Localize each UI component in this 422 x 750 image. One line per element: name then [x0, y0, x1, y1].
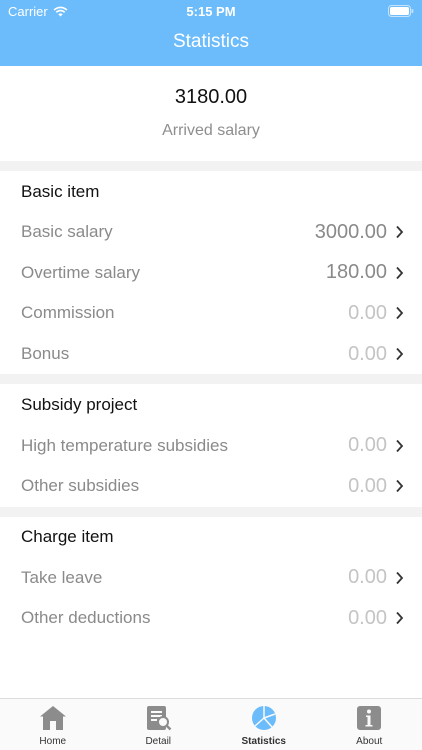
tab-label-detail: Detail — [145, 736, 172, 747]
arrived-salary-amount: 3180.00 — [174, 86, 248, 108]
tab-label-statistics: Statistics — [241, 736, 286, 747]
row-commission[interactable]: Commission 0.00 — [0, 293, 422, 334]
arrived-salary-label: Arrived salary — [162, 122, 260, 139]
tab-statistics[interactable]: Statistics — [211, 699, 317, 750]
row-high-temperature-subsidies[interactable]: High temperature subsidies 0.00 — [0, 425, 422, 466]
basic-item-section: Basic item Basic salary 3000.00 Overtime… — [0, 171, 422, 374]
chevron-right-icon — [396, 612, 404, 625]
home-icon — [39, 706, 66, 730]
row-value: 0.00 — [348, 566, 387, 589]
page-title: Statistics — [172, 31, 250, 52]
pie-chart-icon — [251, 706, 276, 730]
row-value: 180.00 — [325, 261, 387, 284]
section-divider — [0, 506, 422, 517]
tab-detail[interactable]: Detail — [106, 699, 212, 750]
row-label: Basic salary — [21, 222, 113, 242]
row-label: Take leave — [21, 567, 103, 587]
salary-summary: 3180.00 Arrived salary — [0, 66, 422, 161]
row-bonus[interactable]: Bonus 0.00 — [0, 334, 422, 375]
chevron-right-icon — [396, 307, 404, 320]
clock: 5:15 PM — [186, 4, 236, 19]
tab-label-home: Home — [39, 736, 67, 747]
tab-home[interactable]: Home — [0, 699, 106, 750]
statistics-screen: Carrier 5:15 PM Statistics 3180.00 Arriv… — [0, 0, 422, 750]
row-value: 0.00 — [348, 301, 387, 324]
header: Carrier 5:15 PM Statistics — [0, 0, 422, 66]
tab-bar: Home Detail Statistics About — [0, 698, 422, 750]
tab-about[interactable]: About — [317, 699, 422, 750]
row-other-subsidies[interactable]: Other subsidies 0.00 — [0, 466, 422, 507]
row-label: Other deductions — [21, 608, 151, 628]
battery-icon — [388, 5, 414, 17]
charge-item-section: Charge item Take leave 0.00 Other deduct… — [0, 517, 422, 639]
row-basic-salary[interactable]: Basic salary 3000.00 — [0, 212, 422, 253]
subsidy-project-section: Subsidy project High temperature subsidi… — [0, 384, 422, 506]
row-overtime-salary[interactable]: Overtime salary 180.00 — [0, 253, 422, 294]
row-label: Overtime salary — [21, 262, 141, 282]
row-value: 0.00 — [348, 474, 387, 497]
row-take-leave[interactable]: Take leave 0.00 — [0, 558, 422, 599]
chevron-right-icon — [396, 480, 404, 493]
section-title-subsidy: Subsidy project — [21, 394, 138, 414]
row-value: 0.00 — [348, 342, 387, 365]
chevron-right-icon — [396, 266, 404, 279]
chevron-right-icon — [396, 439, 404, 452]
row-value: 0.00 — [348, 606, 387, 629]
section-title-basic: Basic item — [21, 181, 100, 201]
chevron-right-icon — [396, 226, 404, 239]
row-other-deductions[interactable]: Other deductions 0.00 — [0, 598, 422, 639]
info-icon — [357, 706, 382, 730]
section-title-charge: Charge item — [21, 527, 114, 547]
row-value: 0.00 — [348, 434, 387, 457]
row-value: 3000.00 — [314, 220, 387, 243]
chevron-right-icon — [396, 571, 404, 584]
chevron-right-icon — [396, 347, 404, 361]
row-label: Bonus — [21, 344, 70, 364]
section-divider — [0, 161, 422, 171]
row-label: Other subsidies — [21, 476, 140, 496]
row-label: Commission — [21, 303, 115, 323]
section-divider — [0, 374, 422, 385]
detail-search-icon — [147, 706, 172, 731]
tab-label-about: About — [356, 736, 383, 747]
status-bar: Carrier 5:15 PM — [0, 0, 422, 22]
row-label: High temperature subsidies — [21, 435, 228, 455]
